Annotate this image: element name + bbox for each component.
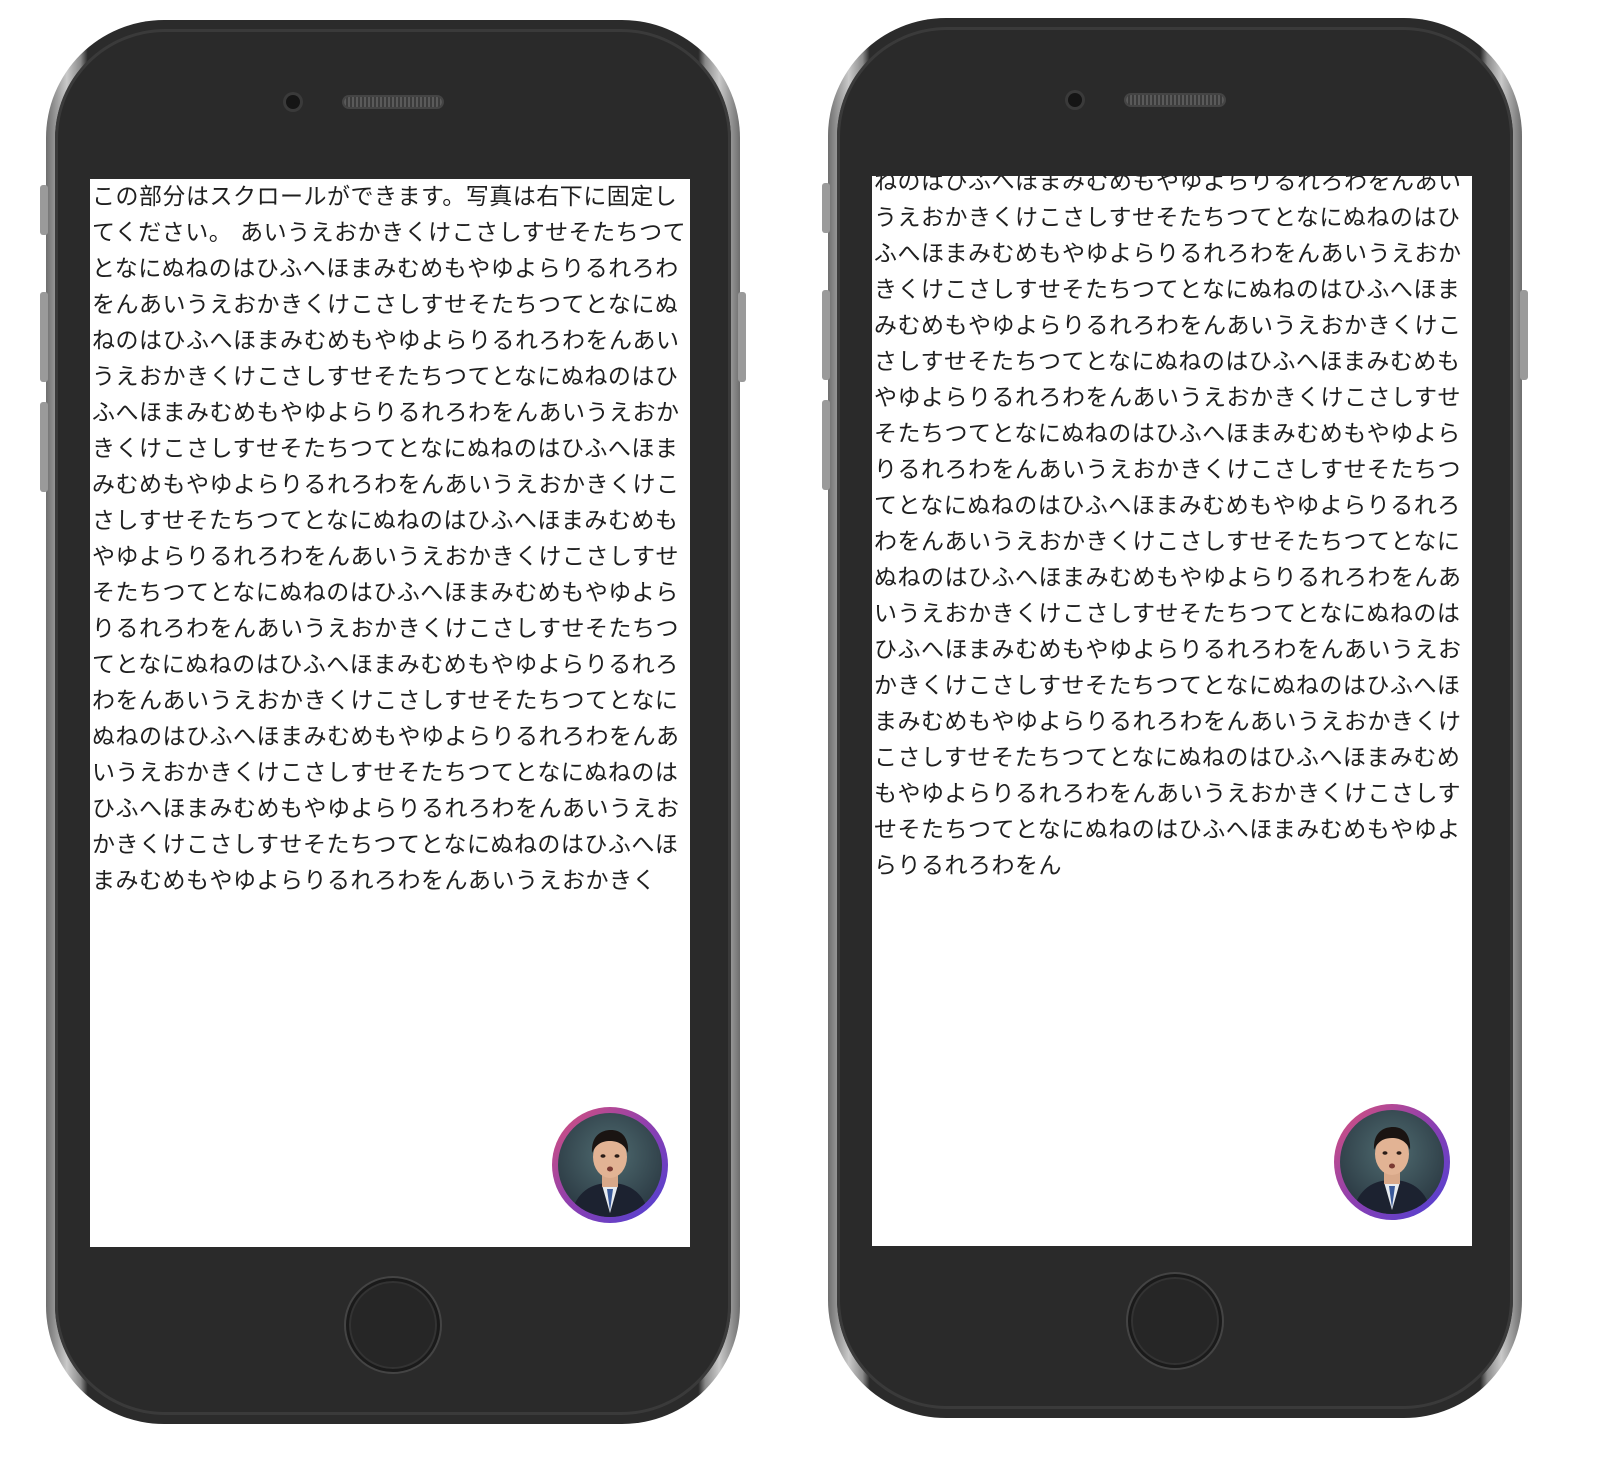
left-fixed-avatar[interactable] xyxy=(552,1107,668,1223)
avatar-photo-icon xyxy=(558,1113,662,1217)
right-phone-mute-switch xyxy=(822,183,830,233)
left-phone-power-button xyxy=(738,292,746,382)
avatar-photo-icon xyxy=(1340,1110,1444,1214)
right-home-button-icon[interactable] xyxy=(1128,1274,1222,1368)
earpiece-speaker-icon xyxy=(1126,95,1224,105)
front-camera-icon xyxy=(286,95,300,109)
avatar-portrait-svg xyxy=(570,1130,650,1217)
left-home-button-icon[interactable] xyxy=(346,1278,440,1372)
left-screen-scroll-text: この部分はスクロールができます。写真は右下に固定してください。 あいうえおかきく… xyxy=(92,184,687,894)
right-screen-scroll-text: ねのはひふへほまみむめもやゆよらりるれろわをんあいうえおかきくけこさしすせそたち… xyxy=(874,176,1462,879)
avatar-portrait-svg xyxy=(1352,1127,1432,1214)
left-phone-screen[interactable]: この部分はスクロールができます。写真は右下に固定してください。 あいうえおかきく… xyxy=(90,179,690,1247)
right-phone-mockup: ねのはひふへほまみむめもやゆよらりるれろわをんあいうえおかきくけこさしすせそたち… xyxy=(822,18,1528,1418)
left-phone-mute-switch xyxy=(40,185,48,235)
earpiece-speaker-icon xyxy=(344,97,442,107)
right-phone-screen[interactable]: ねのはひふへほまみむめもやゆよらりるれろわをんあいうえおかきくけこさしすせそたち… xyxy=(872,176,1472,1246)
left-phone-mockup: この部分はスクロールができます。写真は右下に固定してください。 あいうえおかきく… xyxy=(40,20,746,1424)
right-phone-volume-down-button xyxy=(822,400,830,490)
right-fixed-avatar[interactable] xyxy=(1334,1104,1450,1220)
left-phone-volume-down-button xyxy=(40,402,48,492)
front-camera-icon xyxy=(1068,93,1082,107)
right-phone-volume-up-button xyxy=(822,290,830,380)
right-phone-power-button xyxy=(1520,290,1528,380)
left-phone-volume-up-button xyxy=(40,292,48,382)
